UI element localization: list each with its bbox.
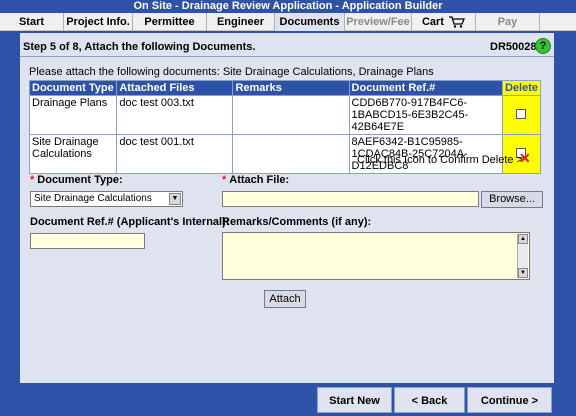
attach-button[interactable]: Attach bbox=[264, 290, 306, 308]
tab-documents[interactable]: Documents bbox=[275, 13, 345, 31]
tab-cart-label: Cart bbox=[421, 16, 444, 28]
tab-project-info[interactable]: Project Info. bbox=[64, 13, 133, 31]
footer-bar: Start New < Back Continue > bbox=[0, 385, 576, 416]
cell-document-type: Drainage Plans bbox=[28, 95, 118, 135]
scroll-down-icon[interactable]: ▼ bbox=[518, 268, 528, 278]
documents-panel: Step 5 of 8, Attach the following Docume… bbox=[20, 33, 554, 383]
col-remarks: Remarks bbox=[232, 80, 350, 96]
document-ref-label: Document Ref.# (Applicant's Internal): bbox=[30, 216, 230, 228]
attach-file-input[interactable] bbox=[222, 191, 479, 207]
document-type-label: * Document Type: bbox=[30, 174, 123, 186]
tab-cart[interactable]: Cart bbox=[412, 13, 476, 31]
tab-pay: Pay bbox=[476, 13, 540, 31]
required-marker: * bbox=[222, 174, 227, 186]
cell-remarks bbox=[232, 95, 350, 135]
window-title: On Site - Drainage Review Application - … bbox=[0, 0, 576, 13]
cell-document-ref: CDD6B770-917B4FC6-1BABCD15-6E3B2C45-42B6… bbox=[348, 95, 503, 135]
tab-preview-fee: Preview/Fee bbox=[345, 13, 412, 31]
attach-file-label-text: Attach File: bbox=[229, 174, 290, 186]
step-header: Step 5 of 8, Attach the following Docume… bbox=[20, 36, 554, 56]
application-id: DR50028 bbox=[490, 41, 537, 53]
start-new-button[interactable]: Start New bbox=[317, 387, 392, 413]
remarks-textarea[interactable]: ▲ ▼ bbox=[222, 232, 530, 280]
cell-attached-file: doc test 001.txt bbox=[116, 134, 234, 174]
cell-document-type: Site Drainage Calculations bbox=[28, 134, 118, 174]
cell-remarks bbox=[232, 134, 350, 174]
document-type-label-text: Document Type: bbox=[37, 174, 123, 186]
header-divider bbox=[20, 56, 554, 57]
tab-permittee[interactable]: Permittee bbox=[133, 13, 207, 31]
instructions-text: Please attach the following documents: S… bbox=[29, 66, 434, 78]
remarks-scrollbar[interactable]: ▲ ▼ bbox=[517, 234, 528, 278]
attach-file-label: * Attach File: bbox=[222, 174, 289, 186]
help-icon[interactable]: ? bbox=[535, 38, 551, 54]
col-attached-files: Attached Files bbox=[116, 80, 234, 96]
continue-button[interactable]: Continue > bbox=[467, 387, 552, 413]
table-header-row: Document Type Attached Files Remarks Doc… bbox=[28, 80, 542, 96]
cart-icon bbox=[449, 16, 465, 28]
document-type-select[interactable]: Site Drainage Calculations ▼ bbox=[30, 191, 183, 207]
delete-checkbox[interactable] bbox=[516, 108, 527, 119]
browse-button[interactable]: Browse... bbox=[481, 191, 543, 208]
remarks-label: Remarks/Comments (if any): bbox=[222, 216, 372, 228]
back-button[interactable]: < Back bbox=[394, 387, 465, 413]
scroll-up-icon[interactable]: ▲ bbox=[518, 234, 528, 244]
tab-engineer[interactable]: Engineer bbox=[207, 13, 275, 31]
tab-start[interactable]: Start bbox=[0, 13, 64, 31]
col-document-ref: Document Ref.# bbox=[348, 80, 503, 96]
col-delete: Delete bbox=[501, 80, 542, 96]
document-type-value: Site Drainage Calculations bbox=[34, 193, 152, 204]
col-document-type: Document Type bbox=[28, 80, 118, 96]
tab-bar: Start Project Info. Permittee Engineer D… bbox=[0, 13, 576, 31]
required-marker: * bbox=[30, 174, 35, 186]
table-row: Drainage Plans doc test 003.txt CDD6B770… bbox=[28, 95, 542, 135]
step-title: Step 5 of 8, Attach the following Docume… bbox=[23, 41, 256, 53]
red-x-icon[interactable]: ✕ bbox=[519, 150, 531, 167]
document-ref-input[interactable] bbox=[30, 233, 145, 249]
chevron-down-icon[interactable]: ▼ bbox=[169, 193, 181, 205]
cell-delete bbox=[501, 95, 542, 135]
cell-attached-file: doc test 003.txt bbox=[116, 95, 234, 135]
confirm-delete-note: Click this Icon to Confirm Delete > bbox=[357, 154, 523, 166]
